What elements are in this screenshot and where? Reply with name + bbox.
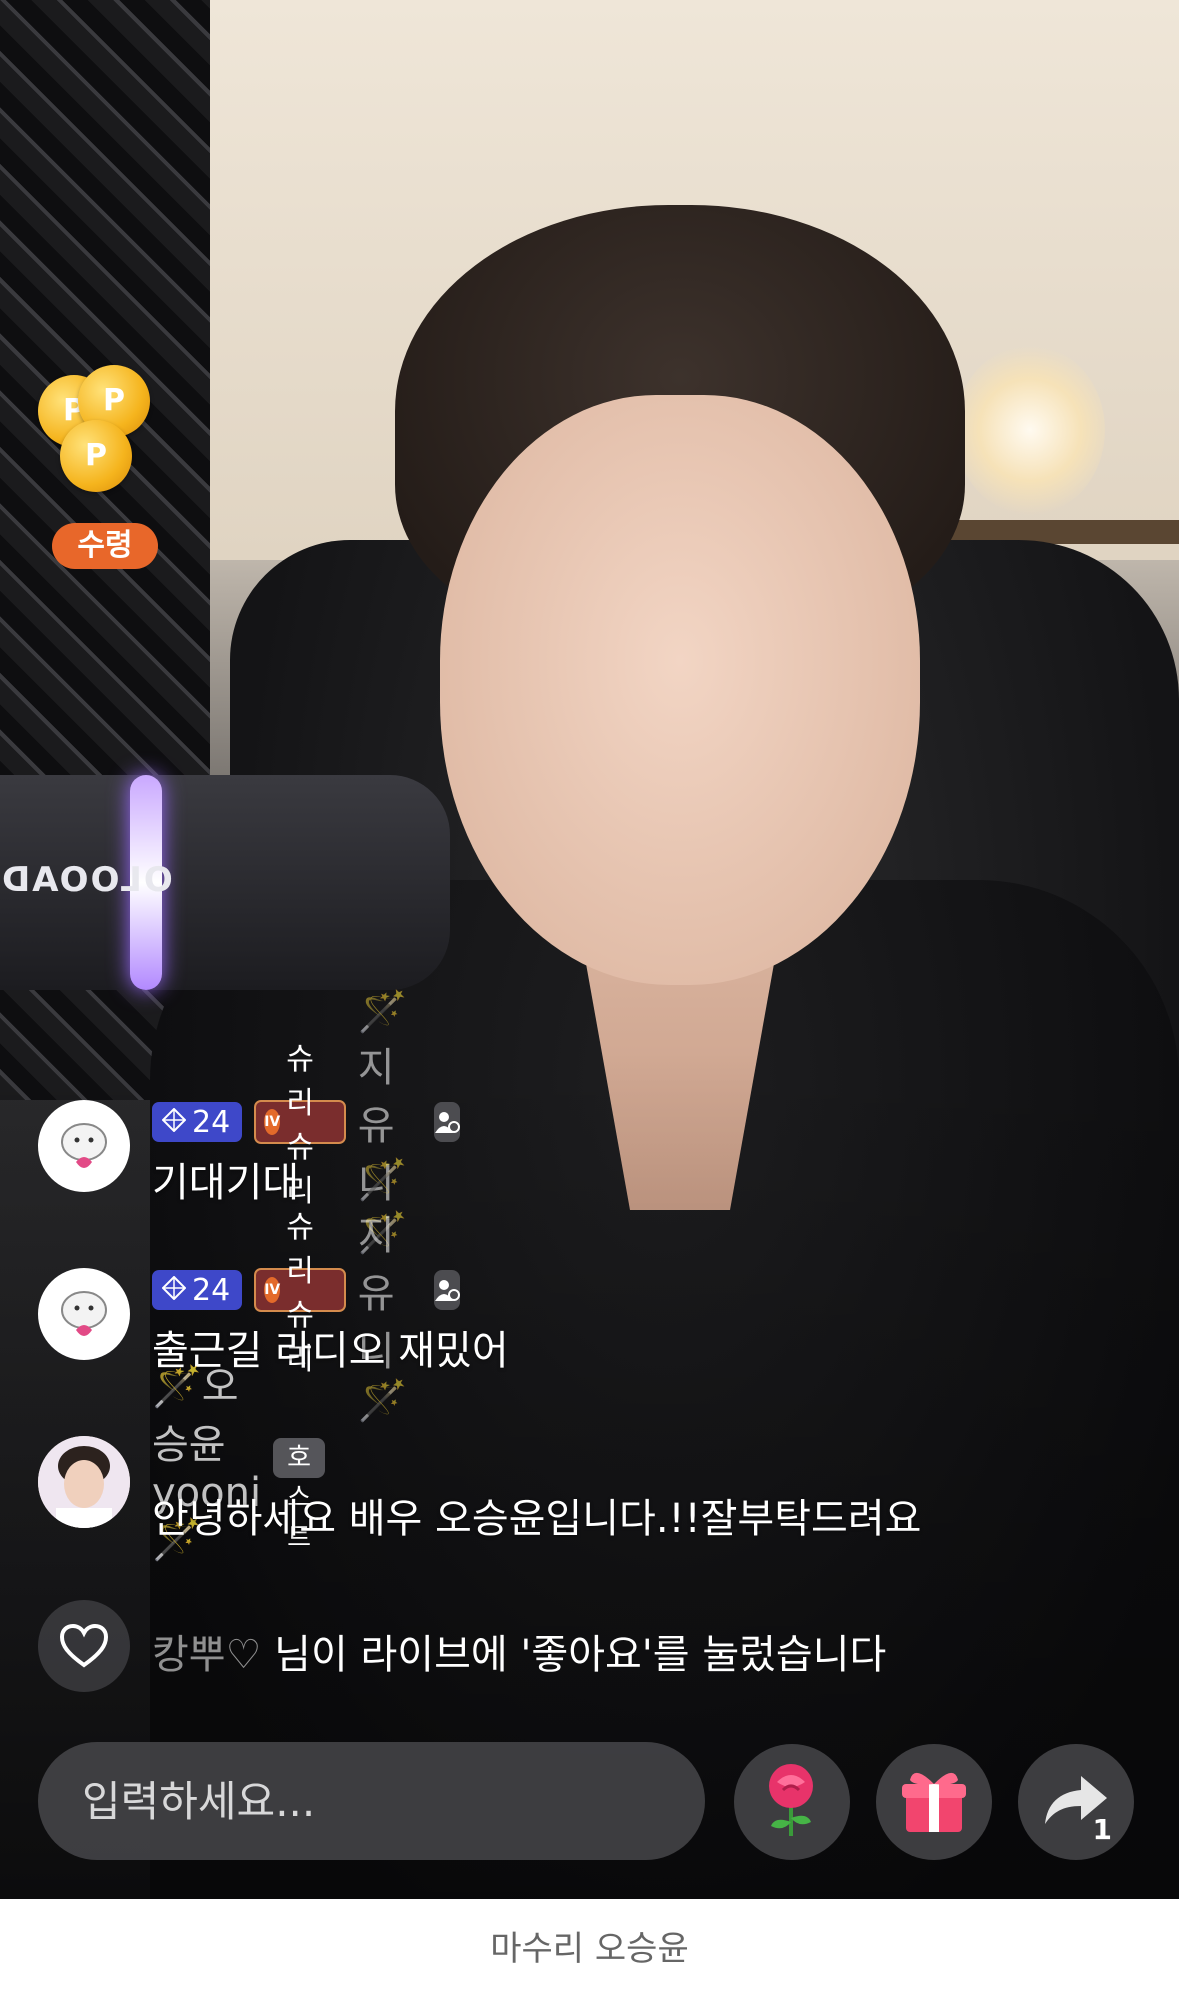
avatar[interactable]	[38, 1268, 130, 1360]
diamond-icon	[161, 1273, 187, 1308]
add-friend-icon[interactable]	[433, 1102, 460, 1142]
share-count: 1	[1092, 1813, 1112, 1846]
reward-claim-label: 수령	[52, 523, 158, 569]
gift-icon	[898, 1764, 970, 1840]
broadcast-title: 마수리 오승윤	[490, 1928, 689, 1969]
comment-input-box[interactable]	[38, 1742, 705, 1860]
nickname[interactable]: 🪄지유니🪄	[358, 1156, 422, 1424]
level-number: 24	[192, 1272, 231, 1308]
diamond-icon	[161, 1105, 187, 1140]
like-message: 님이 라이브에 '좋아요'를 눌렀습니다	[261, 1632, 887, 1678]
host-avatar[interactable]	[38, 1436, 130, 1528]
add-friend-icon[interactable]	[433, 1270, 460, 1310]
coin-reward-widget[interactable]: P P P 수령	[38, 365, 173, 575]
heart-icon[interactable]	[38, 1600, 130, 1692]
club-icon: IV	[264, 1277, 281, 1303]
avatar[interactable]	[38, 1100, 130, 1192]
comment-input[interactable]	[80, 1775, 644, 1827]
coin-icon: P	[60, 420, 132, 492]
footer-bar: 마수리 오승윤	[0, 1899, 1179, 1991]
fan-club-badge: IV 슈리슈리	[254, 1042, 346, 1209]
rose-button[interactable]	[734, 1744, 850, 1860]
like-user: 캉뿌♡	[152, 1632, 262, 1678]
rose-icon	[757, 1760, 827, 1844]
gift-button[interactable]	[876, 1744, 992, 1860]
like-notice-text: 캉뿌♡ 님이 라이브에 '좋아요'를 눌렀습니다	[152, 1622, 886, 1680]
club-icon: IV	[264, 1109, 281, 1135]
microphone-brand: OLOOAD	[0, 860, 173, 900]
moon-lamp	[955, 345, 1105, 515]
message-text: 안녕하세요 배우 오승윤입니다.!!잘부탁드려요	[152, 1496, 922, 1542]
host-tag: 호스트	[273, 1438, 325, 1553]
level-number: 24	[192, 1104, 231, 1140]
person-face	[440, 395, 920, 985]
level-badge: 24	[152, 1102, 243, 1142]
live-video: OLOOAD P P P 수령 24 IV 슈리슈리 🪄지유니🪄 기대기대 24…	[0, 0, 1179, 1899]
share-button[interactable]: 1	[1018, 1744, 1134, 1860]
level-badge: 24	[152, 1270, 243, 1310]
fan-club-badge: IV 슈리슈리	[254, 1210, 346, 1377]
message-text: 기대기대	[152, 1160, 300, 1206]
